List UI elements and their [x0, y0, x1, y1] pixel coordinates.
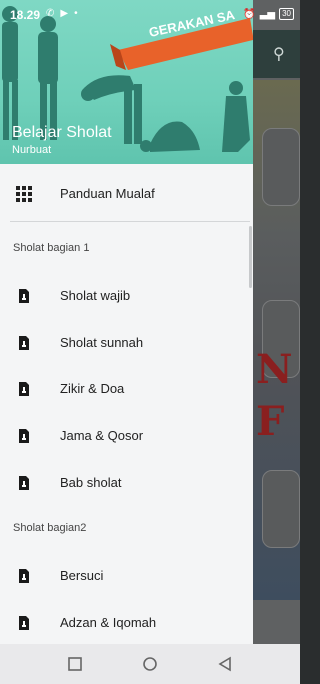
back-button[interactable]: [217, 656, 233, 672]
battery-icon: 30: [279, 8, 294, 20]
search-icon: ⚲: [273, 46, 285, 63]
menu-item-panduan-mualaf[interactable]: Panduan Mualaf: [0, 171, 253, 217]
background-decoration: F: [256, 398, 285, 445]
menu-item-jama-qosor[interactable]: Jama & Qosor: [0, 413, 253, 459]
app-title: Belajar Sholat: [12, 124, 112, 141]
menu-item-bab-sholat[interactable]: Bab sholat: [0, 460, 253, 506]
menu-item-label: Sholat sunnah: [60, 335, 144, 350]
background-card: [262, 470, 300, 548]
document-icon: [19, 476, 29, 490]
signal-icon: ▃▅: [259, 8, 276, 20]
document-icon: [19, 336, 29, 350]
menu-item-label: Bersuci: [60, 568, 104, 583]
menu-item-label: Sholat wajib: [60, 288, 131, 303]
menu-divider: [10, 221, 250, 222]
notification-dot-icon: •: [74, 8, 78, 19]
menu-item-bersuci[interactable]: Bersuci: [0, 553, 253, 599]
status-bar: 18.29 ✆ ▶ • ⏰ ▃▅ 30: [0, 0, 300, 30]
navigation-drawer[interactable]: GERAKAN SA Belajar Sholat Nurbuat Pandua…: [0, 0, 253, 644]
document-icon: [19, 616, 29, 630]
menu-item-label: Bab sholat: [60, 475, 122, 490]
background-card: [262, 128, 300, 206]
section-header-sholat-bagian-1: Sholat bagian 1: [13, 242, 90, 254]
youtube-icon: ▶: [60, 8, 69, 19]
system-navigation-bar: [0, 644, 300, 684]
apps-grid-icon: [16, 186, 32, 202]
menu-item-sholat-sunnah[interactable]: Sholat sunnah: [0, 320, 253, 366]
alarm-icon: ⏰: [243, 8, 256, 20]
home-button[interactable]: [142, 656, 158, 672]
document-icon: [19, 382, 29, 396]
background-decoration: N: [256, 346, 293, 393]
menu-item-label: Jama & Qosor: [60, 428, 144, 443]
menu-item-label: Adzan & Iqomah: [60, 615, 157, 630]
system-status-icons: ⏰ ▃▅ 30: [243, 8, 294, 20]
notification-icons: ✆ ▶ •: [46, 8, 78, 19]
document-icon: [19, 289, 29, 303]
menu-item-zikir-doa[interactable]: Zikir & Doa: [0, 366, 253, 412]
background-toolbar: ⚲: [253, 30, 300, 78]
menu-item-label: Zikir & Doa: [60, 381, 125, 396]
status-time: 18.29: [10, 8, 41, 22]
menu-item-label: Panduan Mualaf: [60, 186, 155, 201]
menu-item-adzan-iqomah[interactable]: Adzan & Iqomah: [0, 600, 253, 644]
section-header-sholat-bagian-2: Sholat bagian2: [13, 522, 87, 534]
recents-button[interactable]: [67, 656, 83, 672]
menu-item-sholat-wajib[interactable]: Sholat wajib: [0, 273, 253, 319]
document-icon: [19, 569, 29, 583]
document-icon: [19, 429, 29, 443]
app-subtitle: Nurbuat: [12, 144, 52, 156]
whatsapp-icon: ✆: [46, 8, 55, 19]
